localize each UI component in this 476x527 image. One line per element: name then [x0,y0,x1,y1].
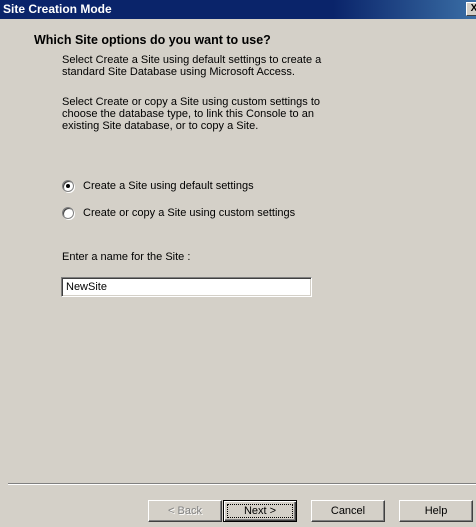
default-settings-description: Select Create a Site using default setti… [62,54,322,78]
window-title: Site Creation Mode [3,2,112,16]
radio-default-settings-label[interactable]: Create a Site using default settings [83,180,254,192]
button-separator [8,483,476,485]
next-button-label: Next > [243,505,277,517]
radio-custom-settings[interactable]: Create or copy a Site using custom setti… [62,206,295,220]
site-name-label: Enter a name for the Site : [62,251,191,263]
radio-custom-settings-label[interactable]: Create or copy a Site using custom setti… [83,207,295,219]
back-button[interactable]: < Back [148,500,222,522]
help-button[interactable]: Help [399,500,473,522]
radio-selected-icon[interactable] [62,180,74,192]
page-heading: Which Site options do you want to use? [34,33,271,47]
custom-settings-description: Select Create or copy a Site using custo… [62,96,321,132]
next-button[interactable]: Next > [223,500,297,522]
site-name-input[interactable] [61,277,312,297]
cancel-button[interactable]: Cancel [311,500,385,522]
title-bar: Site Creation Mode X [0,0,476,19]
close-icon[interactable]: X [466,2,476,16]
radio-default-settings[interactable]: Create a Site using default settings [62,179,254,193]
radio-unselected-icon[interactable] [62,207,74,219]
site-creation-dialog: Site Creation Mode X Which Site options … [0,0,476,527]
